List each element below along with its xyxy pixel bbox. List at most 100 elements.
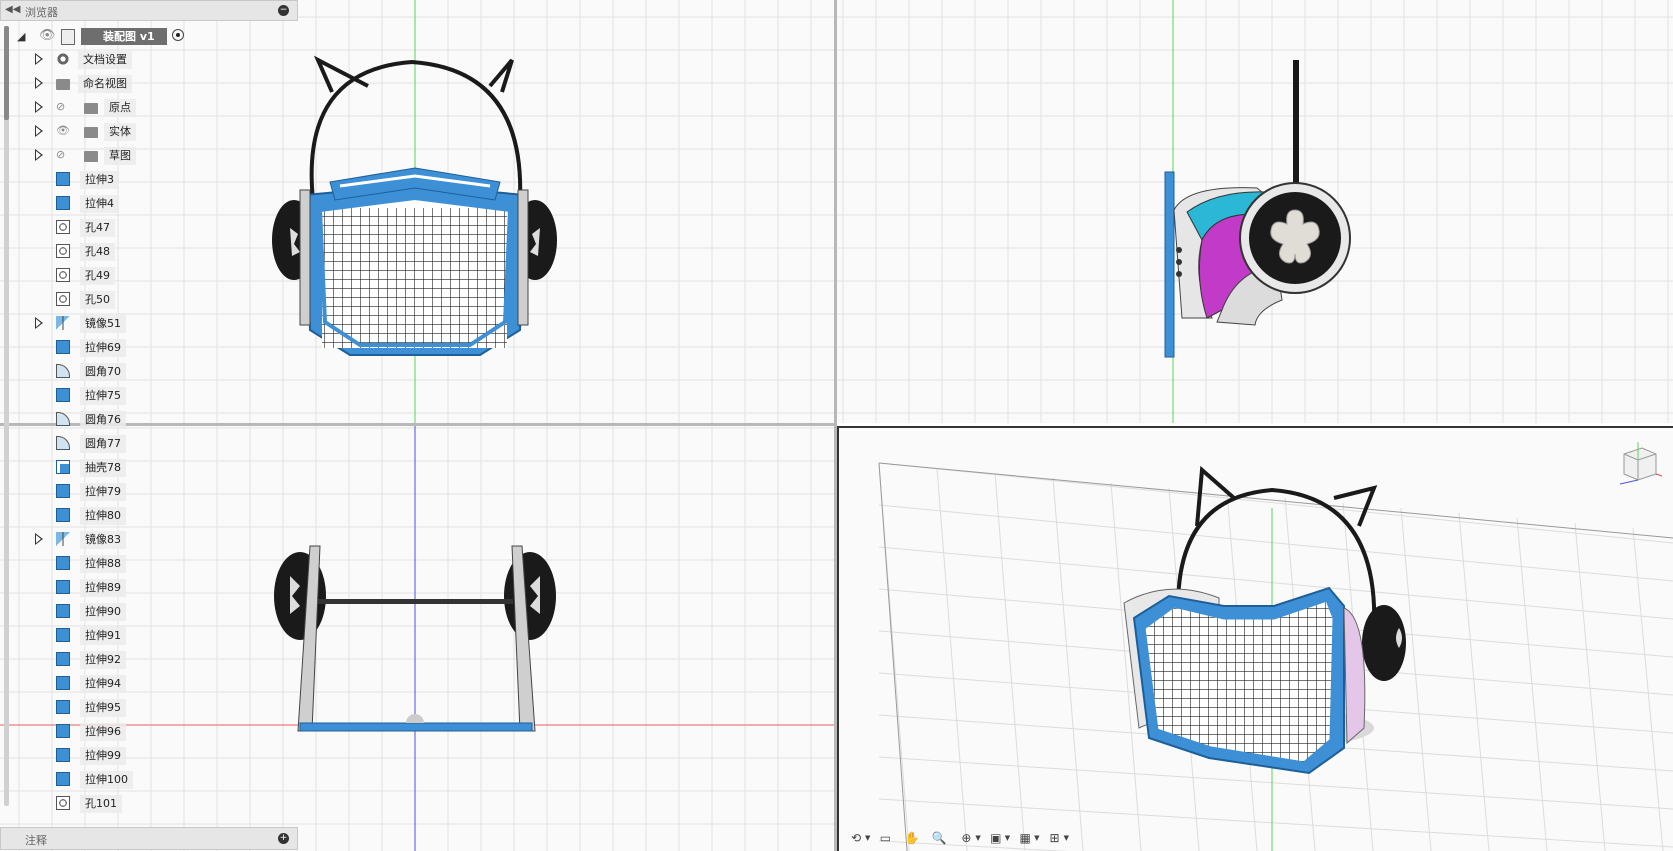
extrude-icon <box>56 556 70 570</box>
extrude-icon <box>56 724 70 738</box>
viewports-dropdown-icon[interactable]: ▼ <box>1064 834 1069 842</box>
tree-item-label: 圆角76 <box>80 411 126 429</box>
navigation-toolbar: ⟲ ▼ ▭ ✋ 🔍 ⊕ ▼ ▣ ▼ ▦ ▼ ⊞ ▼ <box>844 826 1069 850</box>
tree-item-label: 原点 <box>104 99 136 117</box>
tree-item-label: 孔101 <box>80 795 122 813</box>
folder-icon <box>56 79 70 90</box>
extrude-icon <box>56 748 70 762</box>
extrude-icon <box>56 628 70 642</box>
tree-item-label: 孔48 <box>80 243 115 261</box>
mirror-icon <box>56 316 70 330</box>
eye-hidden-icon[interactable]: ⊘ <box>56 149 70 161</box>
fillet-icon <box>56 436 70 450</box>
tree-item-label: 拉伸92 <box>80 651 126 669</box>
extrude-icon <box>56 388 70 402</box>
hole-icon <box>56 268 70 282</box>
expand-arrow-icon[interactable] <box>35 125 43 137</box>
activate-radio-icon[interactable] <box>172 29 184 41</box>
extrude-icon <box>56 172 70 186</box>
orbit-dropdown-icon[interactable]: ▼ <box>865 834 870 842</box>
collapse-triangle-icon[interactable]: ◢ <box>17 30 25 43</box>
zoom-icon[interactable]: 🔍 <box>927 828 951 848</box>
tree-item-label: 拉伸95 <box>80 699 126 717</box>
pan-icon[interactable]: ✋ <box>900 828 924 848</box>
hole-icon <box>56 220 70 234</box>
tree-item-label: 拉伸3 <box>80 171 119 189</box>
tree-item-label: 拉伸75 <box>80 387 126 405</box>
fillet-icon <box>56 364 70 378</box>
expand-arrow-icon[interactable] <box>35 149 43 161</box>
extrude-icon <box>56 580 70 594</box>
tree-item-label: 拉伸69 <box>80 339 126 357</box>
hole-icon <box>56 796 70 810</box>
right-view-canvas <box>837 0 1673 423</box>
grid-dropdown-icon[interactable]: ▼ <box>1034 834 1039 842</box>
viewport-divider-vertical[interactable] <box>834 0 837 851</box>
viewport-right[interactable] <box>837 0 1673 423</box>
annotations-bar[interactable]: 注释 + <box>0 827 298 850</box>
browser-scroll-thumb[interactable] <box>4 26 9 120</box>
extrude-icon <box>56 508 70 522</box>
annotations-title: 注释 <box>25 834 47 847</box>
viewcube-icon[interactable] <box>1616 440 1662 486</box>
tree-item-label: 镜像51 <box>80 315 126 333</box>
browser-scrollbar[interactable] <box>4 26 9 806</box>
tree-item-label: 拉伸89 <box>80 579 126 597</box>
tree-item-label: 草图 <box>104 147 136 165</box>
mirror-icon <box>56 532 70 546</box>
tree-item-label: 拉伸90 <box>80 603 126 621</box>
fillet-icon <box>56 412 70 426</box>
expand-arrow-icon[interactable] <box>35 53 43 65</box>
eye-icon[interactable]: 👁 <box>56 125 70 137</box>
tree-item-label: 孔49 <box>80 267 115 285</box>
browser-panel: ◀◀ 浏览器 − ◢ 👁 装配图 v1 文档设置命名视图 ⊘ 原点 👁 实体 ⊘ 草图拉伸3… <box>0 0 300 851</box>
tree-item-label: 抽壳78 <box>80 459 126 477</box>
tree-item-label: 文档设置 <box>78 51 132 69</box>
extrude-icon <box>56 772 70 786</box>
tree-item-label: 命名视图 <box>78 75 132 93</box>
eye-hidden-icon[interactable]: ⊘ <box>56 101 70 113</box>
browser-minimize-button[interactable]: − <box>278 5 289 16</box>
tree-item-label: 拉伸88 <box>80 555 126 573</box>
extrude-icon <box>56 700 70 714</box>
fit-dropdown-icon[interactable]: ▼ <box>975 834 980 842</box>
perspective-view-canvas <box>839 428 1673 851</box>
tree-item-label: 拉伸99 <box>80 747 126 765</box>
browser-title: 浏览器 <box>25 6 58 19</box>
component-icon <box>61 29 75 45</box>
expand-arrow-icon[interactable] <box>35 101 43 113</box>
root-component-label[interactable]: 装配图 v1 <box>81 28 167 45</box>
shell-icon <box>56 460 70 474</box>
look-at-icon[interactable]: ▭ <box>873 828 897 848</box>
tree-item-label: 圆角77 <box>80 435 126 453</box>
expand-arrow-icon[interactable] <box>35 533 43 545</box>
tree-item-label: 拉伸100 <box>80 771 133 789</box>
tree-item-label: 拉伸4 <box>80 195 119 213</box>
extrude-icon <box>56 196 70 210</box>
hole-icon <box>56 244 70 258</box>
collapse-panel-icon[interactable]: ◀◀ <box>5 4 20 15</box>
folder-icon <box>84 151 98 162</box>
add-annotation-button[interactable]: + <box>278 833 289 844</box>
tree-item-label: 孔50 <box>80 291 115 309</box>
expand-arrow-icon[interactable] <box>35 77 43 89</box>
tree-item-label: 圆角70 <box>80 363 126 381</box>
extrude-icon <box>56 676 70 690</box>
folder-icon <box>84 127 98 138</box>
expand-arrow-icon[interactable] <box>35 317 43 329</box>
folder-icon <box>84 103 98 114</box>
tree-item-label: 拉伸91 <box>80 627 126 645</box>
tree-item-label: 拉伸96 <box>80 723 126 741</box>
display-dropdown-icon[interactable]: ▼ <box>1005 834 1010 842</box>
tree-item-label: 拉伸94 <box>80 675 126 693</box>
browser-header: ◀◀ 浏览器 − <box>0 0 298 21</box>
extrude-icon <box>56 340 70 354</box>
eye-icon[interactable]: 👁 <box>39 28 56 43</box>
extrude-icon <box>56 484 70 498</box>
tree-item-label: 镜像83 <box>80 531 126 549</box>
tree-item-label: 实体 <box>104 123 136 141</box>
tree-item-label: 孔47 <box>80 219 115 237</box>
viewport-perspective[interactable] <box>837 426 1673 851</box>
tree-item-label: 拉伸80 <box>80 507 126 525</box>
hole-icon <box>56 292 70 306</box>
